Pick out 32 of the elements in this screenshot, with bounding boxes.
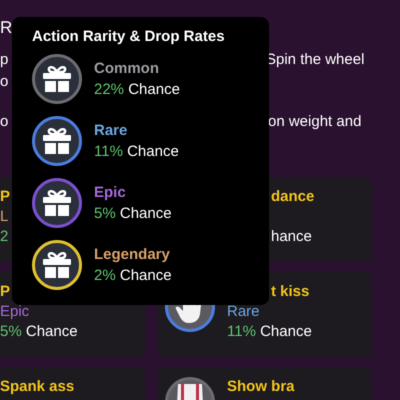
- gift-icon: [42, 251, 72, 279]
- rarity-label: Epic: [94, 183, 127, 203]
- intro-text: p: [0, 50, 8, 70]
- intro-text: o: [0, 72, 8, 92]
- chance-text: 5% Chance: [94, 204, 172, 224]
- action-title: Spank ass: [0, 377, 74, 397]
- action-title: P: [0, 187, 10, 207]
- rarity-label: Epic: [0, 302, 30, 322]
- chance-text: 5% Chance: [0, 322, 78, 342]
- gift-icon: [42, 189, 72, 217]
- chance-text: hance: [271, 227, 312, 247]
- rules-text: o: [0, 112, 8, 132]
- rarity-label: Common: [94, 59, 160, 79]
- chance-text: 11% Chance: [227, 322, 312, 342]
- chance-text: 2: [0, 227, 8, 247]
- page-heading: R: [0, 17, 12, 39]
- action-card[interactable]: Spank ass: [0, 367, 145, 400]
- gift-icon: [42, 127, 72, 155]
- popover-title: Action Rarity & Drop Rates: [32, 27, 226, 47]
- action-card[interactable]: Show bra: [158, 367, 372, 400]
- chance-text: 11% Chance: [94, 142, 179, 162]
- rules-text: on weight and: [268, 112, 362, 132]
- rarity-label: Rare: [227, 302, 260, 322]
- rarity-label: L: [0, 207, 8, 227]
- action-title: t kiss: [271, 282, 310, 302]
- action-title: Show bra: [227, 377, 295, 397]
- action-title: dance: [271, 187, 314, 207]
- action-title: P: [0, 282, 10, 302]
- chance-text: 22% Chance: [94, 80, 180, 100]
- gift-icon: [42, 65, 72, 93]
- rarity-label: Rare: [94, 121, 128, 141]
- rarity-label: Legendary: [94, 245, 171, 265]
